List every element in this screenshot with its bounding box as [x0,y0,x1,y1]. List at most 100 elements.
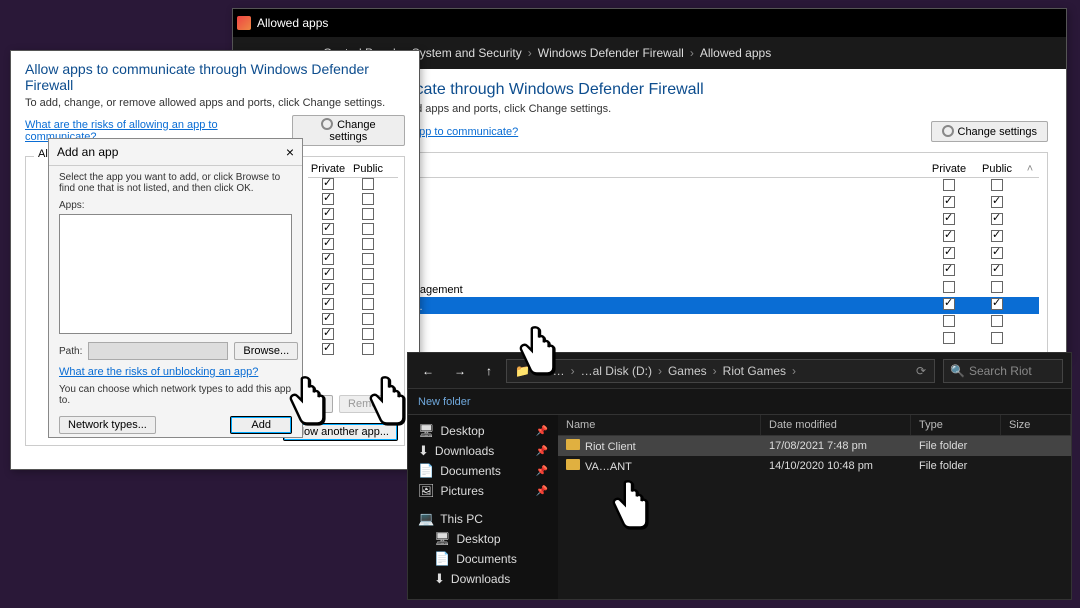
network-types-button[interactable]: Network types... [59,416,156,434]
table-row[interactable] [308,193,398,208]
col-name[interactable]: Name [558,415,761,435]
col-private[interactable]: Private [925,163,973,175]
checkbox-public[interactable] [362,268,374,280]
checkbox-public[interactable] [991,298,1003,310]
this-pc-node[interactable]: This PC [440,512,483,526]
checkbox-private[interactable] [943,315,955,327]
nav-item[interactable]: ⬇Downloads📌 [412,441,554,461]
checkbox-private[interactable] [322,193,334,205]
scroll-up-icon[interactable]: ˄ [1021,163,1039,175]
checkbox-public[interactable] [362,343,374,355]
checkbox-public[interactable] [991,247,1003,259]
columns-header[interactable]: Name Date modified Type Size [558,415,1071,436]
table-row[interactable] [308,178,398,193]
checkbox-private[interactable] [943,298,955,310]
up-button[interactable]: ↑ [480,360,498,382]
bc-defender-firewall[interactable]: Windows Defender Firewall [538,46,694,60]
col-size[interactable]: Size [1001,415,1071,435]
nav-item[interactable]: 🖥Desktop [412,529,554,549]
bc-games[interactable]: Games [668,364,717,378]
remove-button[interactable]: Remove [339,395,398,413]
table-row[interactable] [308,223,398,238]
add-button[interactable]: Add [230,416,292,434]
table-row[interactable] [308,328,398,343]
checkbox-public[interactable] [362,223,374,235]
checkbox-private[interactable] [322,268,334,280]
checkbox-private[interactable] [322,298,334,310]
checkbox-private[interactable] [322,178,334,190]
checkbox-public[interactable] [362,253,374,265]
address-bar[interactable]: 📁 Thi… …al Disk (D:) Games Riot Games ⟳ [506,359,935,383]
path-input[interactable] [88,342,228,360]
bc-this-pc[interactable]: Thi… [536,364,575,378]
checkbox-private[interactable] [943,247,955,259]
checkbox-public[interactable] [362,328,374,340]
new-folder-button[interactable]: New folder [418,396,471,408]
file-row[interactable]: Riot Client17/08/2021 7:48 pmFile folder [558,436,1071,456]
col-date[interactable]: Date modified [761,415,911,435]
table-row[interactable] [308,253,398,268]
checkbox-public[interactable] [362,298,374,310]
apps-listbox[interactable] [59,214,292,334]
table-row[interactable] [308,343,398,358]
checkbox-public[interactable] [991,179,1003,191]
checkbox-private[interactable] [943,179,955,191]
dialog-titlebar[interactable]: Add an app × [49,139,302,166]
unblock-risk-link[interactable]: What are the risks of unblocking an app? [59,366,258,378]
titlebar[interactable]: Allowed apps [233,9,1066,37]
checkbox-public[interactable] [991,213,1003,225]
browse-button[interactable]: Browse... [234,342,298,360]
checkbox-private[interactable] [943,213,955,225]
checkbox-public[interactable] [991,230,1003,242]
checkbox-public[interactable] [362,283,374,295]
bc-allowed-apps[interactable]: Allowed apps [700,46,777,60]
nav-item[interactable]: 🖼Pictures📌 [412,481,554,501]
checkbox-private[interactable] [322,208,334,220]
table-row[interactable] [308,208,398,223]
checkbox-public[interactable] [991,264,1003,276]
checkbox-private[interactable] [943,281,955,293]
checkbox-private[interactable] [322,328,334,340]
bc-riot-games[interactable]: Riot Games [723,364,796,378]
nav-item[interactable]: ⬇Downloads [412,569,554,589]
checkbox-public[interactable] [991,281,1003,293]
table-row[interactable] [308,313,398,328]
checkbox-private[interactable] [943,230,955,242]
col-type[interactable]: Type [911,415,1001,435]
bc-system-security[interactable]: System and Security [412,46,532,60]
checkbox-public[interactable] [362,313,374,325]
checkbox-private[interactable] [322,343,334,355]
checkbox-public[interactable] [362,193,374,205]
refresh-icon[interactable]: ⟳ [916,364,926,378]
col-public[interactable]: Public [348,163,388,175]
checkbox-private[interactable] [322,223,334,235]
table-row[interactable] [308,298,398,313]
checkbox-private[interactable] [322,283,334,295]
checkbox-private[interactable] [322,238,334,250]
bc-disk[interactable]: …al Disk (D:) [581,364,662,378]
close-button[interactable]: × [286,144,294,160]
checkbox-private[interactable] [943,264,955,276]
checkbox-public[interactable] [991,315,1003,327]
nav-item[interactable]: 📄Documents [412,549,554,569]
change-settings-button[interactable]: Change settings [931,121,1049,142]
checkbox-public[interactable] [991,332,1003,344]
checkbox-private[interactable] [322,253,334,265]
table-row[interactable] [308,268,398,283]
checkbox-public[interactable] [362,238,374,250]
navigation-pane[interactable]: 🖥Desktop📌⬇Downloads📌📄Documents📌🖼Pictures… [408,415,558,599]
back-button[interactable]: ← [416,360,440,382]
checkbox-public[interactable] [362,178,374,190]
checkbox-private[interactable] [943,196,955,208]
file-row[interactable]: VA…ANT14/10/2020 10:48 pmFile folder [558,456,1071,476]
nav-item[interactable]: 📄Documents📌 [412,461,554,481]
checkbox-private[interactable] [322,313,334,325]
col-public[interactable]: Public [973,163,1021,175]
table-row[interactable] [308,238,398,253]
table-row[interactable] [308,283,398,298]
checkbox-public[interactable] [362,208,374,220]
search-input[interactable]: 🔍 Search Riot [943,359,1063,383]
change-settings-button[interactable]: Change settings [292,115,405,146]
nav-item[interactable]: 🖥Desktop📌 [412,421,554,441]
forward-button[interactable]: → [448,360,472,382]
